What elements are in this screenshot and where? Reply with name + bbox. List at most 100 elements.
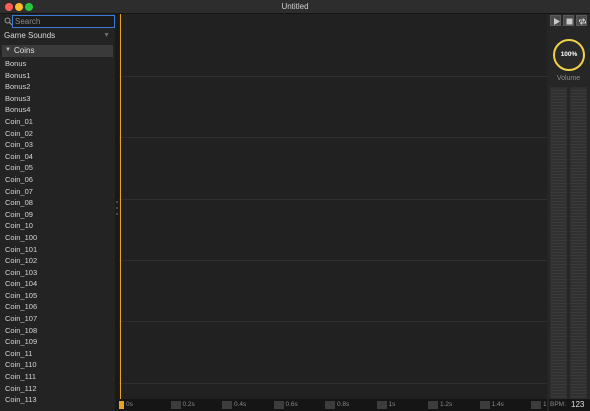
library-select[interactable]: Game Sounds ▼ bbox=[2, 30, 113, 42]
meter-segment bbox=[571, 339, 586, 340]
sound-list-item[interactable]: Bonus2 bbox=[0, 81, 115, 93]
meter-segment bbox=[551, 288, 566, 289]
meter-segment bbox=[571, 351, 586, 352]
meter-segment bbox=[571, 114, 586, 115]
meter-segment bbox=[571, 183, 586, 184]
sound-list-item[interactable]: Coin_02 bbox=[0, 128, 115, 140]
group-header-coins[interactable]: ▼ Coins bbox=[2, 45, 113, 57]
sound-list-item[interactable]: Coin_107 bbox=[0, 313, 115, 325]
meter-segment bbox=[571, 297, 586, 298]
playhead[interactable] bbox=[120, 14, 121, 400]
meter-segment bbox=[551, 321, 566, 322]
meter-segment bbox=[551, 351, 566, 352]
sound-list-item[interactable]: Coin_101 bbox=[0, 244, 115, 256]
meter-segment bbox=[571, 309, 586, 310]
meter-segment bbox=[551, 129, 566, 130]
meter-segment bbox=[571, 393, 586, 394]
sound-list-item[interactable]: Coin_106 bbox=[0, 301, 115, 313]
ruler-tick-marker bbox=[531, 401, 541, 409]
sound-list-item[interactable]: Coin_09 bbox=[0, 209, 115, 221]
meter-segment bbox=[571, 105, 586, 106]
meter-segment bbox=[551, 363, 566, 364]
meter-segment bbox=[551, 147, 566, 148]
timeline-area[interactable] bbox=[119, 14, 547, 400]
bpm-display[interactable]: BPM: 123 bbox=[549, 399, 590, 411]
meter-segment bbox=[571, 108, 586, 109]
meter-segment bbox=[571, 174, 586, 175]
ruler-tick-label: 1s bbox=[388, 401, 396, 408]
sound-list-item[interactable]: Coin_111 bbox=[0, 371, 115, 383]
ruler-tick-marker bbox=[170, 401, 181, 409]
track-divider bbox=[119, 137, 547, 138]
meter-segment bbox=[551, 225, 566, 226]
meter-segment bbox=[571, 99, 586, 100]
sound-list-item[interactable]: Coin_105 bbox=[0, 290, 115, 302]
sound-list-item[interactable]: Coin_112 bbox=[0, 383, 115, 395]
play-button[interactable] bbox=[550, 15, 561, 26]
meter-segment bbox=[571, 222, 586, 223]
sound-list-item[interactable]: Coin_100 bbox=[0, 232, 115, 244]
meter-segment bbox=[551, 219, 566, 220]
meter-segment bbox=[571, 126, 586, 127]
bpm-value[interactable]: 123 bbox=[571, 400, 584, 409]
sound-list-item[interactable]: Coin_05 bbox=[0, 162, 115, 174]
ruler-tick-label: 0.4s bbox=[234, 401, 247, 408]
meter-segment bbox=[571, 159, 586, 160]
sound-list-item[interactable]: Coin_01 bbox=[0, 116, 115, 128]
meter-segment bbox=[571, 327, 586, 328]
meter-segment bbox=[571, 366, 586, 367]
meter-segment bbox=[551, 108, 566, 109]
search-input[interactable] bbox=[12, 15, 115, 28]
splitter-grip-dot bbox=[116, 207, 118, 209]
sound-list-item[interactable]: Bonus4 bbox=[0, 104, 115, 116]
meter-segment bbox=[571, 234, 586, 235]
sound-list-item[interactable]: Coin_103 bbox=[0, 267, 115, 279]
sound-list-item[interactable]: Coin_110 bbox=[0, 359, 115, 371]
meter-segment bbox=[551, 369, 566, 370]
meter-segment bbox=[551, 243, 566, 244]
meter-segment bbox=[551, 339, 566, 340]
meter-segment bbox=[571, 396, 586, 397]
sound-list-item[interactable]: Coin_10 bbox=[0, 220, 115, 232]
sound-list-item[interactable]: Coin_108 bbox=[0, 325, 115, 337]
meter-segment bbox=[571, 261, 586, 262]
level-meter-left bbox=[550, 87, 567, 406]
meter-segment bbox=[551, 195, 566, 196]
meter-segment bbox=[571, 288, 586, 289]
volume-label: Volume bbox=[556, 75, 581, 82]
meter-segment bbox=[571, 363, 586, 364]
sound-list-item[interactable]: Coin_11 bbox=[0, 348, 115, 360]
sound-list-item[interactable]: Bonus3 bbox=[0, 93, 115, 105]
ruler-tick: 0.8s bbox=[325, 400, 349, 410]
sound-list-item[interactable]: Coin_102 bbox=[0, 255, 115, 267]
sound-list-item[interactable]: Coin_104 bbox=[0, 278, 115, 290]
meter-segment bbox=[551, 390, 566, 391]
meter-segment bbox=[571, 240, 586, 241]
meter-segment bbox=[551, 201, 566, 202]
sound-list-item[interactable]: Coin_08 bbox=[0, 197, 115, 209]
sound-list-item[interactable]: Bonus bbox=[0, 58, 115, 70]
meter-segment bbox=[551, 159, 566, 160]
sound-list-item[interactable]: Bonus1 bbox=[0, 70, 115, 82]
sound-list-item[interactable]: Coin_113 bbox=[0, 394, 115, 406]
sound-list-item[interactable]: Coin_06 bbox=[0, 174, 115, 186]
time-ruler[interactable]: 0s0.2s0.4s0.6s0.8s1s1.2s1.4s1.6s bbox=[119, 399, 555, 411]
loop-button[interactable] bbox=[576, 15, 587, 26]
meter-segment bbox=[551, 186, 566, 187]
meter-segment bbox=[571, 276, 586, 277]
meter-segment bbox=[551, 327, 566, 328]
meter-segment bbox=[571, 216, 586, 217]
ruler-tick-marker bbox=[479, 401, 490, 409]
disclosure-triangle-icon[interactable]: ▼ bbox=[5, 47, 11, 53]
meter-segment bbox=[571, 315, 586, 316]
meter-segment bbox=[551, 375, 566, 376]
volume-knob[interactable]: 100% bbox=[553, 39, 585, 71]
meter-segment bbox=[551, 135, 566, 136]
sound-list-item[interactable]: Coin_109 bbox=[0, 336, 115, 348]
meter-segment bbox=[571, 330, 586, 331]
sound-list-item[interactable]: Coin_03 bbox=[0, 139, 115, 151]
sound-list-item[interactable]: Coin_07 bbox=[0, 186, 115, 198]
stop-button[interactable] bbox=[563, 15, 574, 26]
ruler-tick: 1.2s bbox=[428, 400, 452, 410]
sound-list-item[interactable]: Coin_04 bbox=[0, 151, 115, 163]
